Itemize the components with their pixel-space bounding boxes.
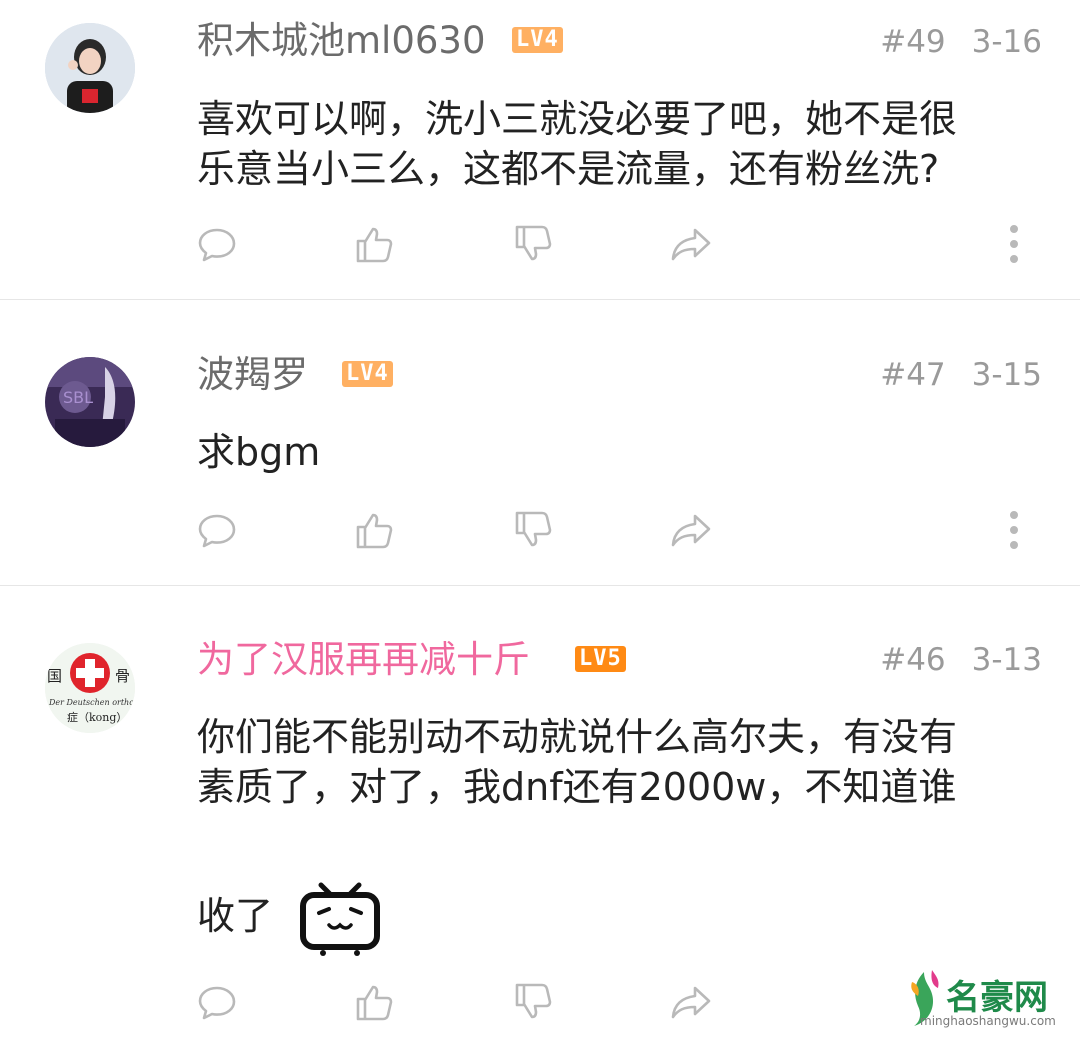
user-avatar[interactable]: 国 骨 Der Deutschen orthopädie 症（kong） <box>45 643 135 733</box>
dislike-button[interactable] <box>511 980 561 1030</box>
reply-button[interactable] <box>195 508 245 558</box>
reply-icon <box>198 986 236 1020</box>
more-button[interactable] <box>990 222 1040 272</box>
avatar-text-sub: Der Deutschen orthopädie <box>48 698 135 707</box>
comment-meta: #47 3-15 <box>880 355 1042 395</box>
share-icon <box>671 228 711 261</box>
comment-line: 你们能不能别动不动就说什么高尔夫，有没有 <box>197 715 958 759</box>
share-icon <box>671 986 711 1019</box>
watermark-name: 名豪网 <box>946 978 1048 1018</box>
comment-date: 3-13 <box>971 642 1042 678</box>
more-icon <box>1010 511 1018 549</box>
svg-text:SBL: SBL <box>63 388 93 407</box>
comment-item: 积木城池ml0630 LV4 #49 3-16 喜欢可以啊，洗小三就没必要了吧，她… <box>0 0 1080 300</box>
user-avatar[interactable] <box>45 23 135 113</box>
avatar-photo-girl-icon <box>45 23 135 113</box>
share-button[interactable] <box>669 980 719 1030</box>
user-avatar[interactable]: SBL <box>45 357 135 447</box>
site-watermark: 名豪网 minghaoshangwu.com <box>902 966 1062 1036</box>
more-button[interactable] <box>990 508 1040 558</box>
username[interactable]: 波羯罗 <box>197 353 308 397</box>
avatar-purple-art-icon: SBL <box>45 357 135 447</box>
avatar-text-right: 骨 <box>115 667 130 685</box>
comment-line: 素质了，对了，我dnf还有2000w，不知道谁 <box>197 765 957 809</box>
comment-line: 乐意当小三么，这都不是流量，还有粉丝洗? <box>197 147 940 191</box>
comment-text: 求bgm <box>197 427 1047 477</box>
avatar-red-cross-hospital-icon: 国 骨 Der Deutschen orthopädie 症（kong） <box>45 643 135 733</box>
comment-date: 3-16 <box>971 24 1042 60</box>
comment-meta: #49 3-16 <box>880 22 1042 62</box>
dislike-button[interactable] <box>511 508 561 558</box>
dislike-icon <box>515 983 552 1019</box>
watermark-url: minghaoshangwu.com <box>920 1014 1056 1028</box>
floor-number: #46 <box>880 642 946 678</box>
comment-date: 3-15 <box>971 357 1042 393</box>
level-badge: LV4 <box>512 27 563 53</box>
share-icon <box>671 514 711 547</box>
comment-line-text: 收了 <box>197 894 274 938</box>
avatar-text-bottom: 症（kong） <box>67 710 127 724</box>
dislike-icon <box>515 225 552 261</box>
avatar-text-left: 国 <box>47 667 62 685</box>
share-button[interactable] <box>669 222 719 272</box>
level-badge: LV4 <box>342 361 393 387</box>
like-button[interactable] <box>352 222 402 272</box>
comment-actions <box>0 222 1080 272</box>
comment-line: 收了 <box>197 876 1047 956</box>
dislike-button[interactable] <box>511 222 561 272</box>
username[interactable]: 为了汉服再再减十斤 <box>197 638 530 682</box>
like-button[interactable] <box>352 508 402 558</box>
like-icon <box>356 985 393 1021</box>
floor-number: #49 <box>880 24 946 60</box>
bilibili-tv-emoticon-icon <box>300 882 381 956</box>
comment-actions <box>0 508 1080 558</box>
reply-button[interactable] <box>195 222 245 272</box>
comment-line: 喜欢可以啊，洗小三就没必要了吧，她不是很 <box>197 97 958 141</box>
like-icon <box>356 513 393 549</box>
username[interactable]: 积木城池ml0630 <box>197 19 485 63</box>
more-icon <box>1010 225 1018 263</box>
share-button[interactable] <box>669 508 719 558</box>
floor-number: #47 <box>880 357 946 393</box>
like-icon <box>356 227 393 263</box>
like-button[interactable] <box>352 980 402 1030</box>
comment-text: 喜欢可以啊，洗小三就没必要了吧，她不是很 乐意当小三么，这都不是流量，还有粉丝洗… <box>197 94 1047 194</box>
comment-text: 你们能不能别动不动就说什么高尔夫，有没有 素质了，对了，我dnf还有2000w，… <box>197 712 1047 956</box>
reply-icon <box>198 228 236 262</box>
reply-icon <box>198 514 236 548</box>
level-badge: LV5 <box>575 646 626 672</box>
comment-meta: #46 3-13 <box>880 640 1042 680</box>
comment-line: 求bgm <box>197 430 321 474</box>
reply-button[interactable] <box>195 980 245 1030</box>
dislike-icon <box>515 511 552 547</box>
comment-item: SBL 波羯罗 LV4 #47 3-15 求bgm <box>0 300 1080 586</box>
comment-line <box>197 812 1047 862</box>
